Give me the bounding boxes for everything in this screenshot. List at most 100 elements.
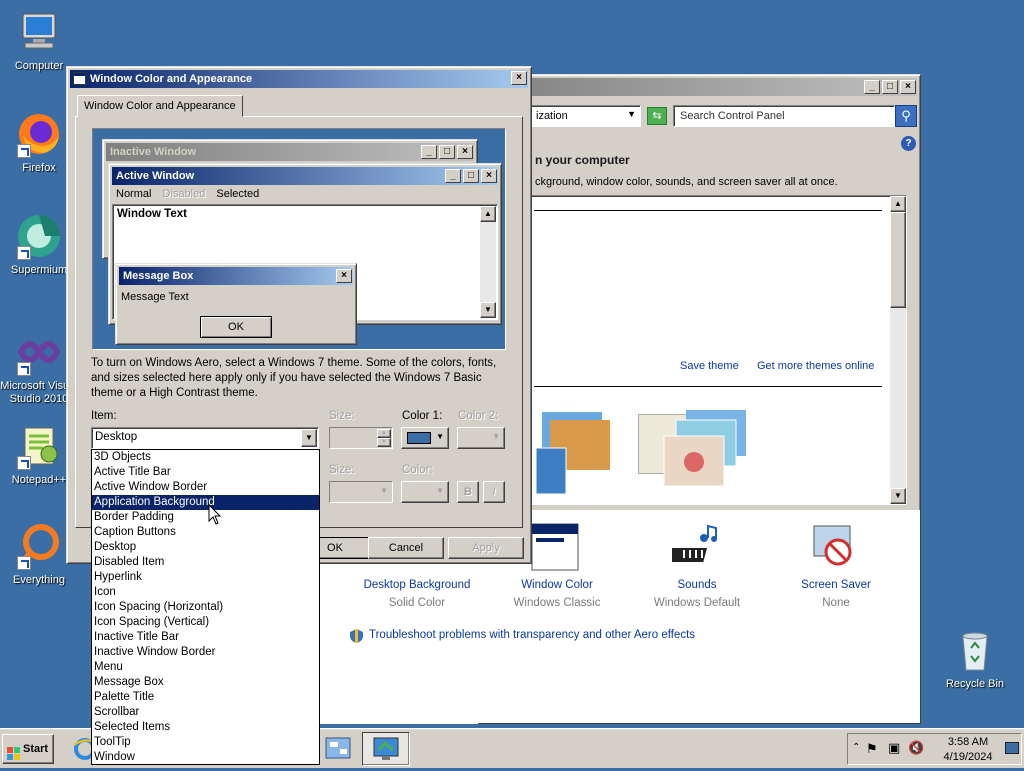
display-icon: [373, 737, 399, 760]
firefox-icon: [15, 110, 63, 158]
dropdown-option[interactable]: Scrollbar: [92, 705, 319, 720]
dropdown-option[interactable]: Disabled Item: [92, 555, 319, 570]
screen-saver-text[interactable]: Screen Saver: [786, 579, 886, 591]
dropdown-option[interactable]: Message Box: [92, 675, 319, 690]
close-button[interactable]: ×: [900, 80, 916, 94]
preview-scroll-up: ▲: [480, 206, 496, 222]
dropdown-option[interactable]: Menu: [92, 660, 319, 675]
dropdown-option[interactable]: Inactive Title Bar: [92, 630, 319, 645]
desktop-icon-computer[interactable]: Computer: [0, 8, 78, 73]
clock-time[interactable]: 3:58 AM: [938, 736, 998, 748]
window-color-taskbar-button[interactable]: [362, 732, 410, 766]
window-color-text[interactable]: Window Color: [507, 579, 607, 591]
scroll-down-button[interactable]: ▼: [890, 488, 906, 504]
dropdown-option[interactable]: Hyperlink: [92, 570, 319, 585]
cancel-button[interactable]: Cancel: [368, 537, 444, 559]
theme-thumbnail[interactable]: [650, 406, 752, 501]
item-dropdown-list[interactable]: 3D Objects Active Title Bar Active Windo…: [91, 449, 320, 765]
dropdown-option[interactable]: ToolTip: [92, 735, 319, 750]
personalization-title-bar[interactable]: [480, 78, 917, 96]
get-more-themes-link[interactable]: Get more themes online: [757, 360, 874, 372]
dropdown-option[interactable]: Icon: [92, 585, 319, 600]
volume-muted-icon[interactable]: 🔇: [908, 740, 924, 756]
item-select-value: Desktop: [95, 431, 138, 443]
desktop-icon-recycle-bin[interactable]: Recycle Bin: [936, 626, 1014, 691]
page-title: n your computer: [535, 153, 630, 167]
theme-thumbnail[interactable]: [532, 408, 620, 498]
supermium-icon: [15, 212, 63, 260]
maximize-button[interactable]: □: [882, 80, 898, 94]
minimize-button[interactable]: _: [864, 80, 880, 94]
dropdown-option[interactable]: Desktop: [92, 540, 319, 555]
show-desktop-icon[interactable]: [1005, 742, 1019, 754]
chevron-down-icon[interactable]: ▼: [301, 429, 317, 447]
theme-list[interactable]: Save theme Get more themes online ▲ ▼: [529, 195, 907, 505]
preview-max-button: □: [463, 169, 479, 183]
preview-menu-bar: Normal Disabled Selected: [112, 186, 263, 202]
dropdown-option-selected[interactable]: Application Background: [92, 495, 319, 510]
size-down-button: ▼: [377, 438, 391, 447]
dropdown-option[interactable]: Selected Items: [92, 720, 319, 735]
size-spinner: ▲ ▼: [329, 427, 393, 449]
dropdown-option[interactable]: 3D Objects: [92, 450, 319, 465]
dialog-title-bar[interactable]: Window Color and Appearance: [70, 70, 528, 88]
control-panel-taskbar-icon[interactable]: [322, 735, 354, 763]
preview-window-text: Window Text: [117, 208, 187, 220]
flag-icon[interactable]: ⚑: [866, 741, 878, 757]
window-color-icon-wrap[interactable]: [530, 522, 580, 575]
visual-studio-icon: [15, 328, 63, 376]
troubleshoot-link[interactable]: Troubleshoot problems with transparency …: [369, 629, 695, 641]
item-label: Item:: [91, 410, 117, 422]
dialog-title: Window Color and Appearance: [90, 73, 253, 85]
screen-saver-subtext: None: [822, 597, 850, 609]
sounds-subtext: Windows Default: [653, 597, 741, 609]
start-button[interactable]: Start: [2, 734, 54, 764]
breadcrumb[interactable]: ization: [536, 110, 568, 122]
shield-icon: [350, 629, 363, 643]
chevron-down-icon: ▼: [380, 486, 388, 495]
apply-button: Apply: [448, 537, 524, 559]
scroll-up-button[interactable]: ▲: [890, 196, 906, 212]
preview-max-button: □: [439, 145, 455, 159]
dropdown-option[interactable]: Icon Spacing (Horizontal): [92, 600, 319, 615]
dropdown-option[interactable]: Inactive Window Border: [92, 645, 319, 660]
preview-scroll-down: ▼: [480, 302, 496, 318]
search-placeholder: Search Control Panel: [680, 110, 785, 122]
chevron-down-icon[interactable]: ▼: [627, 109, 636, 119]
divider: [534, 210, 882, 211]
dropdown-option[interactable]: Palette Title: [92, 690, 319, 705]
help-icon[interactable]: ?: [901, 136, 916, 151]
tab-window-color[interactable]: Window Color and Appearance: [77, 95, 243, 117]
item-select[interactable]: Desktop ▼: [91, 427, 319, 449]
preview-close-button: ×: [481, 169, 497, 183]
tab-label: Window Color and Appearance: [84, 100, 236, 112]
save-theme-link[interactable]: Save theme: [680, 360, 739, 372]
dialog-close-button[interactable]: ×: [511, 71, 527, 85]
dropdown-option[interactable]: Active Window Border: [92, 480, 319, 495]
menu-disabled: Disabled: [162, 188, 206, 200]
dropdown-option[interactable]: Active Title Bar: [92, 465, 319, 480]
network-icon[interactable]: ▣: [888, 740, 900, 756]
dialog-app-icon: [73, 72, 86, 85]
dropdown-option[interactable]: Border Padding: [92, 510, 319, 525]
search-input[interactable]: Search Control Panel: [673, 105, 895, 127]
scroll-thumb[interactable]: [890, 212, 906, 308]
search-icon[interactable]: ⚲: [895, 105, 917, 127]
font-color-label: Color:: [402, 464, 433, 476]
screen-saver-icon-wrap[interactable]: [810, 522, 860, 575]
desktop-background-label[interactable]: Desktop Background: [360, 579, 474, 591]
color1-picker[interactable]: ▼: [401, 427, 449, 449]
dropdown-option[interactable]: Window: [92, 750, 319, 765]
dropdown-option[interactable]: Icon Spacing (Vertical): [92, 615, 319, 630]
scrollbar[interactable]: ▲ ▼: [890, 196, 906, 504]
start-label: Start: [23, 743, 49, 755]
notepadpp-icon: [15, 422, 63, 470]
refresh-icon[interactable]: ⇆: [647, 107, 667, 125]
address-bar[interactable]: ization ▼: [529, 105, 641, 127]
sounds-text[interactable]: Sounds: [647, 579, 747, 591]
chevron-up-icon[interactable]: ⌃: [852, 742, 860, 753]
dropdown-option[interactable]: Caption Buttons: [92, 525, 319, 540]
clock-date[interactable]: 4/19/2024: [938, 751, 998, 763]
sounds-icon-wrap[interactable]: [665, 522, 722, 575]
preview-area: Inactive Window _ □ × Active Window _ □ …: [92, 128, 506, 350]
